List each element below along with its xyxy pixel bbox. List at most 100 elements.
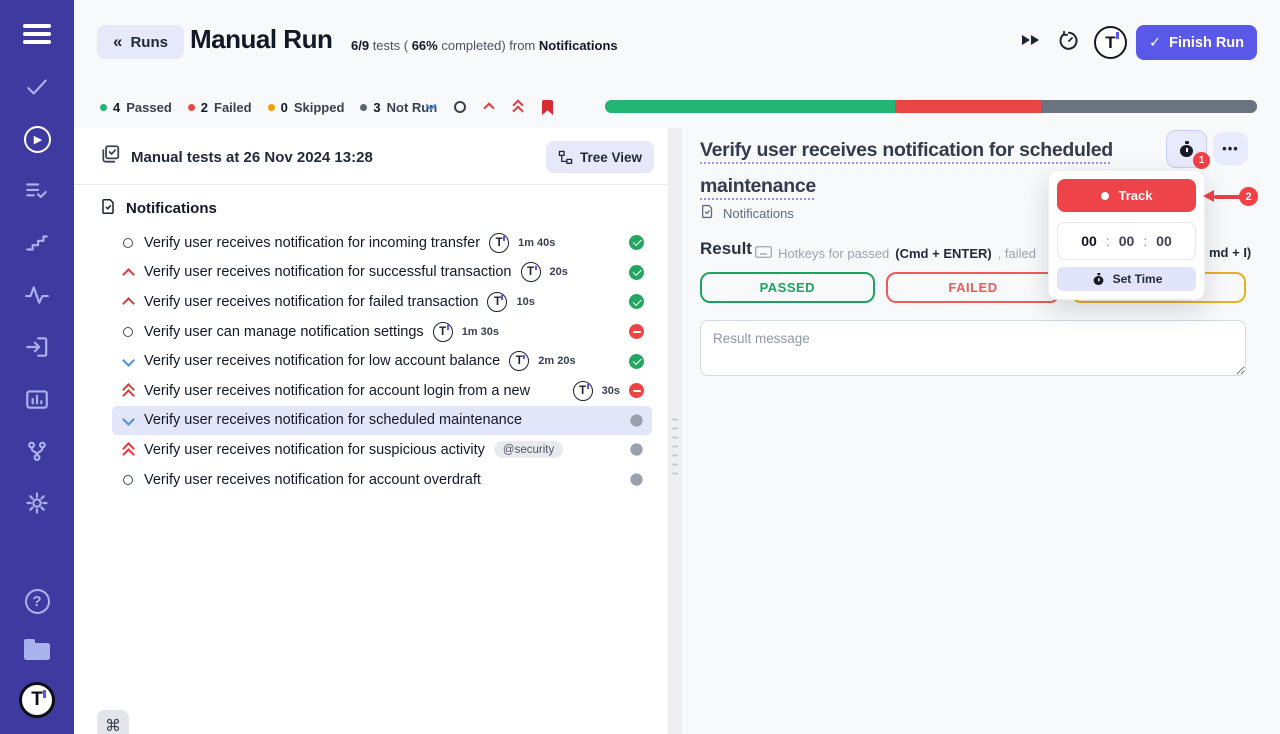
import-signin-icon[interactable] xyxy=(22,332,52,362)
analytics-chart-icon[interactable] xyxy=(22,384,52,414)
result-message-input[interactable] xyxy=(700,320,1246,376)
hotkeys-command-button[interactable]: ⌘ xyxy=(97,710,129,734)
tests-check-icon[interactable] xyxy=(22,72,52,102)
play-circle-icon: ▶ xyxy=(24,126,51,153)
fast-forward-icon[interactable] xyxy=(1022,35,1039,45)
test-row[interactable]: Verify user receives notification for in… xyxy=(112,228,652,258)
colon: : xyxy=(1106,233,1110,249)
legend-passed: 4Passed xyxy=(100,100,172,115)
branches-icon[interactable] xyxy=(22,436,52,466)
status-icon xyxy=(629,383,644,398)
test-title: Verify user receives notification for sc… xyxy=(144,412,522,428)
more-options-button[interactable]: ••• xyxy=(1213,132,1248,165)
suite-file-icon xyxy=(100,198,117,219)
test-row[interactable]: Verify user can manage notification sett… xyxy=(112,317,652,347)
runs-play-icon[interactable]: ▶ xyxy=(22,124,52,154)
hotkeys-hint: Hotkeys for passed (Cmd + ENTER) , faile… xyxy=(755,244,1047,262)
annotation-badge-2: 2 xyxy=(1239,187,1258,206)
priority-icon xyxy=(120,324,135,339)
test-duration: 2m 20s xyxy=(538,355,575,367)
status-legend: 4Passed 2Failed 0Skipped 3Not Run xyxy=(100,100,437,115)
test-duration: 30s xyxy=(602,385,620,397)
help-question-icon[interactable]: ? xyxy=(22,586,52,616)
test-duration: 10s xyxy=(516,296,534,308)
divider xyxy=(74,184,668,185)
panel-resize-handle[interactable] xyxy=(668,128,682,734)
test-row[interactable]: Verify user receives notification for ac… xyxy=(112,465,652,495)
test-title: Verify user can manage notification sett… xyxy=(144,324,424,340)
track-button[interactable]: Track xyxy=(1057,179,1196,212)
result-passed-button[interactable]: PASSED xyxy=(700,272,875,303)
finish-run-label: Finish Run xyxy=(1169,35,1244,51)
priority-icon xyxy=(120,413,135,428)
suite-header[interactable]: Notifications xyxy=(74,193,668,223)
failed-dot-icon xyxy=(188,104,195,111)
colon: : xyxy=(1143,233,1147,249)
test-tag: @security xyxy=(494,441,563,458)
filter-chevron-down-icon[interactable] xyxy=(424,100,438,114)
breadcrumb[interactable]: Notifications xyxy=(700,204,794,222)
progress-passed-segment xyxy=(605,100,895,113)
test-title: Verify user receives notification for in… xyxy=(144,235,480,251)
record-dot-icon xyxy=(1101,192,1109,200)
hours-field[interactable]: 00 xyxy=(1081,233,1097,249)
source-suite: Notifications xyxy=(539,38,618,53)
status-icon xyxy=(629,324,644,339)
test-title: Verify user receives notification for fa… xyxy=(144,294,478,310)
test-title: Verify user receives notification for su… xyxy=(144,264,512,280)
run-progress-summary: 6/9 tests ( 66% completed) from Notifica… xyxy=(351,38,618,53)
back-chevrons-icon: « xyxy=(113,32,122,52)
filter-bookmark-icon[interactable] xyxy=(540,100,554,114)
test-row[interactable]: Verify user receives notification for lo… xyxy=(112,346,652,376)
annotation-badge-1: 1 xyxy=(1193,152,1210,169)
legend-failed: 2Failed xyxy=(188,100,252,115)
hamburger-menu-icon[interactable] xyxy=(23,24,51,44)
tree-view-button[interactable]: Tree View xyxy=(546,141,654,173)
test-title: Verify user receives notification for lo… xyxy=(144,353,500,369)
time-input-group[interactable]: 00 : 00 : 00 xyxy=(1057,222,1196,260)
timer-popup: Track 00 : 00 : 00 Set Time xyxy=(1048,170,1205,300)
test-title: Verify user receives notification for ac… xyxy=(144,383,530,399)
run-title: Manual tests at 26 Nov 2024 13:28 xyxy=(131,149,373,166)
tests-count: 6/9 xyxy=(351,38,369,53)
test-row[interactable]: Verify user receives notification for fa… xyxy=(112,287,652,317)
sidebar-bottom: ? T xyxy=(19,586,55,734)
settings-gear-icon[interactable] xyxy=(22,488,52,518)
finish-run-button[interactable]: ✓ Finish Run xyxy=(1136,25,1257,60)
automated-logo-icon xyxy=(489,233,509,253)
filter-chevron-up-icon[interactable] xyxy=(482,100,496,114)
status-icon xyxy=(630,414,642,426)
testomat-logo-icon[interactable]: T xyxy=(19,682,55,718)
test-row[interactable]: Verify user receives notification for su… xyxy=(112,435,652,465)
minutes-field[interactable]: 00 xyxy=(1119,233,1135,249)
test-row[interactable]: Verify user receives notification for ac… xyxy=(112,376,652,406)
steps-icon[interactable] xyxy=(22,228,52,258)
tree-icon xyxy=(558,150,573,165)
run-copy-check-icon xyxy=(100,144,121,170)
back-to-runs-button[interactable]: « Runs xyxy=(97,25,184,59)
test-row-selected[interactable]: Verify user receives notification for sc… xyxy=(112,406,652,436)
test-detail-panel: Verify user receives notification for sc… xyxy=(682,128,1280,734)
progress-failed-segment xyxy=(895,100,1040,113)
projects-folder-icon[interactable] xyxy=(22,634,52,664)
result-failed-button[interactable]: FAILED xyxy=(886,272,1061,303)
priority-filters xyxy=(424,99,554,115)
test-rows: Verify user receives notification for in… xyxy=(112,228,652,494)
run-header: Manual tests at 26 Nov 2024 13:28 Tree V… xyxy=(74,136,668,178)
notrun-dot-icon xyxy=(360,104,367,111)
passed-dot-icon xyxy=(100,104,107,111)
skipped-dot-icon xyxy=(268,104,275,111)
automated-logo-icon xyxy=(487,292,507,312)
filter-circle-icon[interactable] xyxy=(453,100,467,114)
seconds-field[interactable]: 00 xyxy=(1156,233,1172,249)
test-plans-list-check-icon[interactable] xyxy=(22,176,52,206)
retry-timer-icon[interactable] xyxy=(1057,29,1081,58)
header-logo-icon[interactable]: T xyxy=(1094,26,1127,59)
legend-skipped: 0Skipped xyxy=(268,100,345,115)
annotation-arrowhead-icon xyxy=(1203,190,1214,202)
filter-double-chevron-up-icon[interactable] xyxy=(511,100,525,114)
set-time-button[interactable]: Set Time xyxy=(1057,267,1196,291)
suite-file-icon xyxy=(700,204,715,222)
test-row[interactable]: Verify user receives notification for su… xyxy=(112,258,652,288)
pulse-activity-icon[interactable] xyxy=(22,280,52,310)
